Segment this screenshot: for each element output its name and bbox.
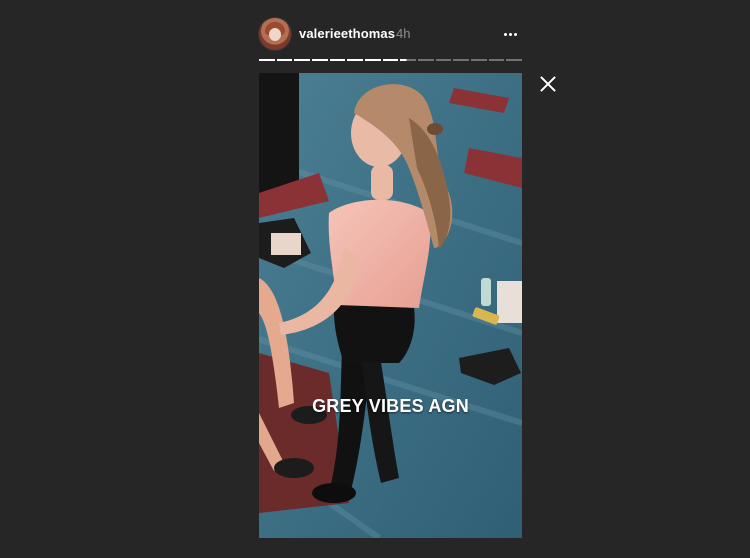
more-horizontal-icon [513,32,517,36]
progress-segment [418,59,434,61]
progress-segment [259,59,275,61]
progress-segment [329,59,346,61]
progress-segment [365,59,381,61]
story-timestamp: 4h [396,26,411,41]
progress-segment [488,59,505,61]
story-progress-bar [259,59,523,61]
progress-segment [471,59,487,61]
more-options-button[interactable] [498,20,522,48]
story-caption: GREY VIBES AGN [312,396,469,416]
story-photo [259,73,522,538]
progress-segment [453,59,470,61]
progress-segment [435,59,452,61]
progress-segment [382,59,399,61]
username-link[interactable]: valerieethomas [299,26,395,41]
progress-segment [294,59,311,61]
progress-segment [312,59,328,61]
progress-segment [276,59,293,61]
more-horizontal-icon [503,32,507,36]
story-header: valerieethomas 4h [259,18,522,52]
more-horizontal-icon [508,32,512,36]
progress-segment [506,59,523,61]
progress-segment [347,59,364,61]
close-icon[interactable] [536,72,560,96]
story-media[interactable]: GREY VIBES AGN [259,73,522,538]
avatar-face [269,28,281,41]
progress-segment [400,59,417,61]
avatar[interactable] [259,18,291,50]
